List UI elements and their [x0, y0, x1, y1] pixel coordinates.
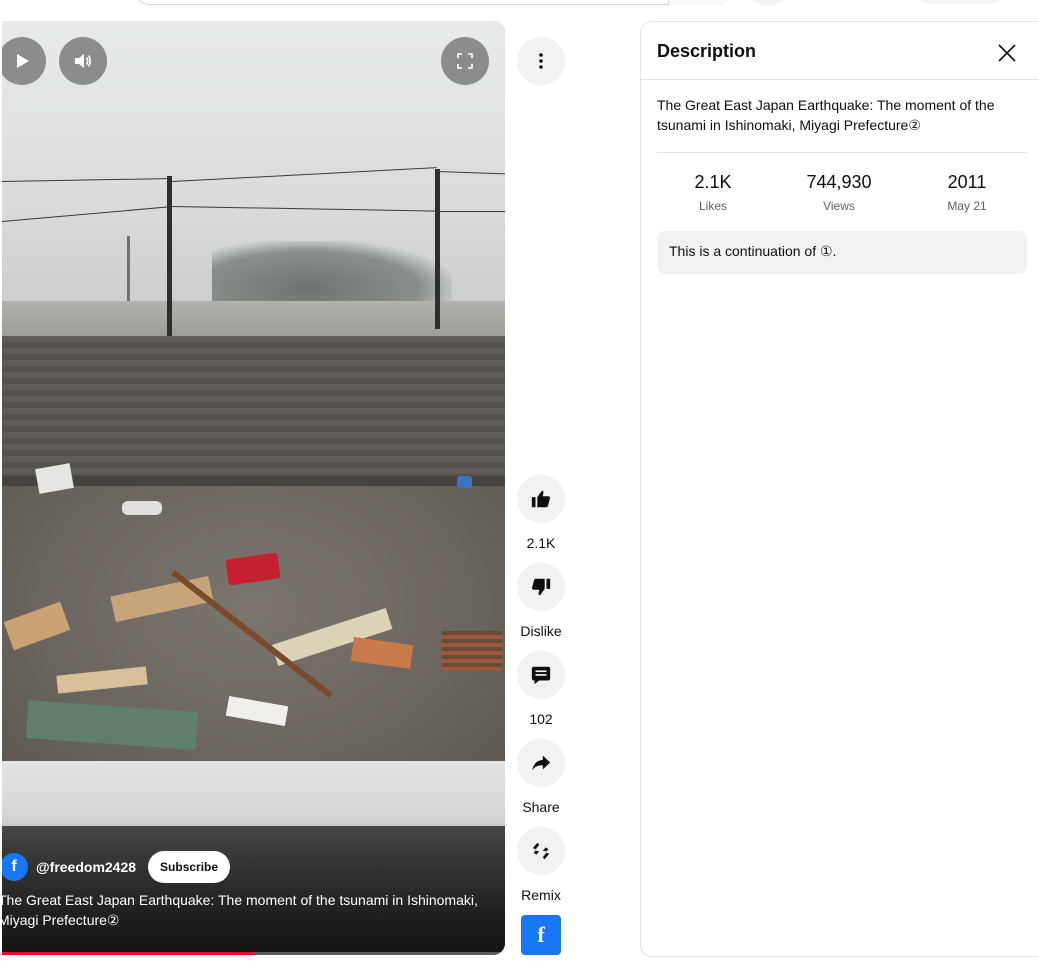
remix-icon — [532, 841, 550, 861]
stat-value: 744,930 — [806, 172, 872, 192]
stat-views: 744,930 Views — [784, 172, 894, 213]
stat-label: Views — [823, 199, 855, 213]
share-icon — [532, 755, 551, 771]
comments-button[interactable] — [517, 651, 565, 699]
comments-count: 102 — [529, 711, 553, 727]
volume-icon — [75, 54, 92, 68]
share-action: Share — [517, 739, 565, 815]
description-body[interactable]: This is a continuation of ①. — [657, 231, 1027, 274]
remix-button[interactable] — [517, 827, 565, 875]
fullscreen-button[interactable] — [441, 37, 489, 85]
like-button[interactable] — [517, 475, 565, 523]
search-button[interactable] — [668, 0, 733, 5]
thumbs-up-icon — [531, 490, 550, 508]
more-action — [517, 37, 565, 85]
search-bar[interactable] — [133, 0, 733, 5]
stat-label: Likes — [698, 199, 727, 213]
progress-bar[interactable] — [2, 952, 505, 955]
dislike-action: Dislike — [517, 563, 565, 639]
divider — [657, 152, 1027, 153]
stat-likes: 2.1K Likes — [658, 172, 768, 213]
like-count: 2.1K — [526, 535, 556, 551]
stat-date: 2011 May 21 — [912, 172, 1022, 213]
description-heading: Description — [657, 41, 757, 61]
channel-thumbnail[interactable]: f — [521, 915, 561, 955]
dislike-label: Dislike — [520, 623, 562, 639]
stat-value: 2.1K — [694, 172, 732, 192]
more-button[interactable] — [517, 37, 565, 85]
description-panel: Description The Great East Japan Earthqu… — [640, 21, 1039, 957]
channel-row: f @freedom2428 Subscribe — [2, 851, 231, 883]
stat-value: 2011 — [947, 172, 987, 192]
description-video-title: The Great East Japan Earthquake: The mom… — [657, 97, 995, 133]
dislike-button[interactable] — [517, 563, 565, 611]
share-label: Share — [522, 799, 560, 815]
channel-avatar[interactable]: f — [2, 853, 28, 881]
video-player[interactable]: f @freedom2428 Subscribe The Great East … — [2, 21, 505, 955]
like-action: 2.1K — [517, 475, 565, 551]
video-title[interactable]: The Great East Japan Earthquake: The mom… — [2, 890, 488, 930]
fullscreen-icon — [457, 53, 473, 69]
channel-name[interactable]: @freedom2428 — [36, 859, 136, 875]
subscribe-button[interactable]: Subscribe — [148, 851, 231, 883]
share-button[interactable] — [517, 739, 565, 787]
stat-label: May 21 — [947, 199, 987, 213]
description-header: Description — [641, 22, 1039, 80]
play-icon — [17, 54, 29, 68]
comment-icon — [531, 666, 551, 685]
thumbs-down-icon — [532, 578, 551, 596]
remix-label: Remix — [521, 887, 561, 903]
close-icon — [998, 44, 1016, 62]
close-button[interactable] — [989, 35, 1025, 71]
comments-action: 102 — [517, 651, 565, 727]
volume-button[interactable] — [59, 37, 107, 85]
more-vert-icon — [539, 53, 543, 69]
remix-action: Remix — [517, 827, 565, 903]
header-pill-button[interactable] — [915, 0, 1005, 4]
player-overlay — [2, 815, 505, 955]
voice-search-button[interactable] — [750, 0, 786, 6]
progress-fill — [2, 952, 254, 955]
